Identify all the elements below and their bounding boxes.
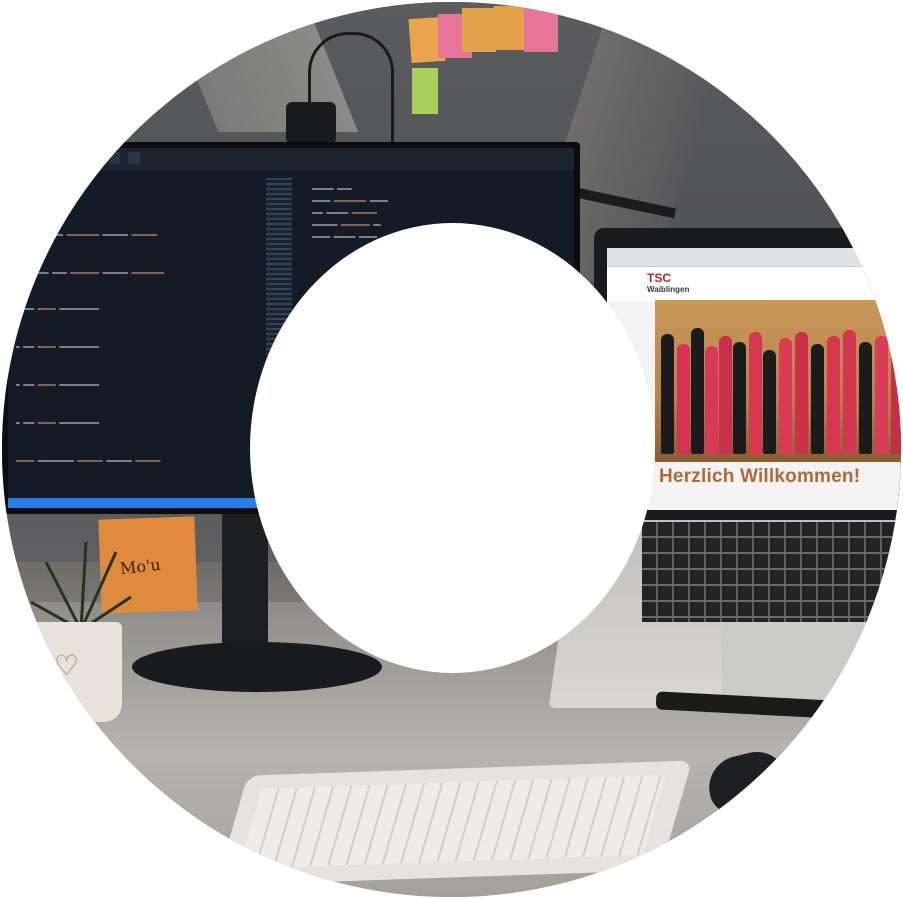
sticky-note-green	[412, 68, 438, 114]
white-keyboard-keys	[238, 775, 666, 869]
sticky-note-orange	[462, 8, 496, 52]
dancer	[763, 350, 776, 454]
dancer	[875, 336, 888, 454]
photo-stage: ══ ═══════ ═══ ════════ ════ ═════════ ═…	[0, 0, 903, 899]
code-line: ═════ ═════════ ═════	[312, 198, 388, 205]
code-line: ═════ ══════════ ═══════ ═══════ ═══════	[16, 458, 161, 465]
dancer	[691, 328, 704, 454]
site-header: TSC Waiblingen	[607, 267, 901, 301]
sticky-note-pink-2	[524, 8, 558, 52]
dancer	[677, 344, 690, 454]
dancer	[749, 332, 762, 454]
dancer	[891, 348, 901, 454]
dancer	[827, 336, 840, 454]
monitor-base	[132, 642, 382, 692]
brand-line2: Waiblingen	[647, 285, 690, 294]
code-line: ══ ═══════ ═══	[16, 196, 67, 203]
plant	[30, 542, 132, 632]
editor-tab	[88, 152, 100, 164]
code-line: ══════ ════	[312, 186, 352, 193]
lamp-clamp	[286, 102, 336, 144]
editor-tabs	[8, 148, 574, 170]
code-line: ═════════ ════ ════════ ═══════ ════════…	[16, 270, 165, 277]
brand-line1: TSC	[647, 271, 671, 285]
code-line: ═══════ ════════ ══	[312, 222, 381, 229]
heart-icon: ♡	[54, 649, 80, 682]
code-line: ═ ═══ ═════ ═══════════	[16, 420, 100, 427]
laptop-trackpad	[722, 624, 872, 699]
dancer	[811, 344, 824, 454]
code-line: ═════ ══════ ═════	[312, 234, 378, 241]
browser-address-bar	[607, 248, 901, 267]
editor-tab	[128, 152, 140, 164]
code-line: ═ ═══ ═════ ═══════════	[16, 382, 100, 389]
dancer	[795, 332, 808, 454]
code-line: ═══ ══════ ═══════	[312, 210, 378, 217]
code-line: ═ ═══ ═════ ═══════════	[16, 344, 100, 351]
sticky-note-orange-2	[494, 6, 528, 50]
dancer	[719, 336, 732, 454]
dancer	[843, 330, 856, 454]
dancer	[733, 342, 746, 454]
team-photo	[655, 300, 901, 462]
dancer	[859, 342, 872, 454]
welcome-heading: Herzlich Willkommen!	[659, 466, 861, 487]
site-logo: TSC Waiblingen	[647, 271, 690, 295]
center-cutout	[250, 223, 655, 673]
dancer	[705, 346, 718, 454]
editor-tab	[108, 152, 120, 164]
dancer	[661, 334, 674, 454]
laptop-keyboard-rows	[642, 522, 901, 622]
code-line: ═ ═══ ═════ ═══════════	[16, 306, 100, 313]
dancer	[779, 338, 792, 454]
editor-tab	[68, 152, 80, 164]
code-line: ════════ ════ ═════════ ═══════ ═══════	[16, 232, 157, 239]
